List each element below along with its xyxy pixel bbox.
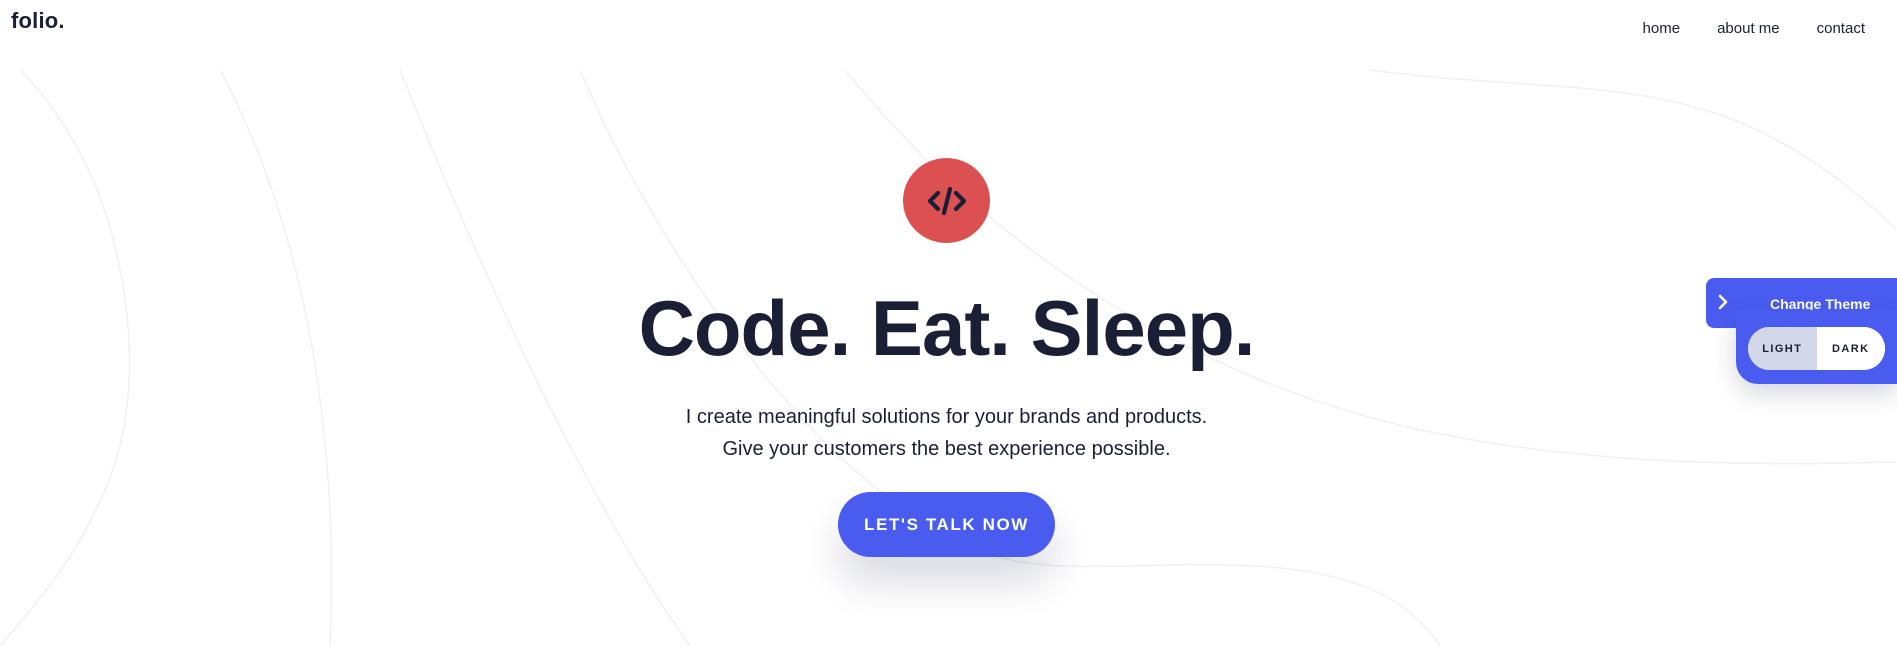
theme-toggle: LIGHT DARK — [1748, 327, 1885, 370]
hero-title: Code. Eat. Sleep. — [638, 284, 1256, 372]
main-nav: home about me contact — [1606, 20, 1865, 37]
hero-subtitle: I create meaningful solutions for your b… — [0, 401, 1893, 465]
chevron-right-icon[interactable] — [1715, 292, 1731, 312]
theme-option-dark[interactable]: DARK — [1816, 327, 1885, 370]
code-icon-badge — [903, 158, 990, 243]
code-icon — [927, 186, 966, 215]
hero-subtitle-line-2: Give your customers the best experience … — [722, 438, 1171, 460]
nav-link-contact[interactable]: contact — [1817, 20, 1865, 37]
nav-link-about-me[interactable]: about me — [1717, 20, 1780, 37]
lets-talk-now-button[interactable]: LET'S TALK NOW — [838, 492, 1055, 557]
theme-option-light[interactable]: LIGHT — [1748, 327, 1817, 370]
nav-link-home[interactable]: home — [1643, 20, 1681, 37]
hero-subtitle-line-1: I create meaningful solutions for your b… — [685, 406, 1208, 428]
theme-switcher-panel: LIGHT DARK — [1736, 310, 1897, 384]
site-logo[interactable]: folio. — [11, 8, 65, 34]
